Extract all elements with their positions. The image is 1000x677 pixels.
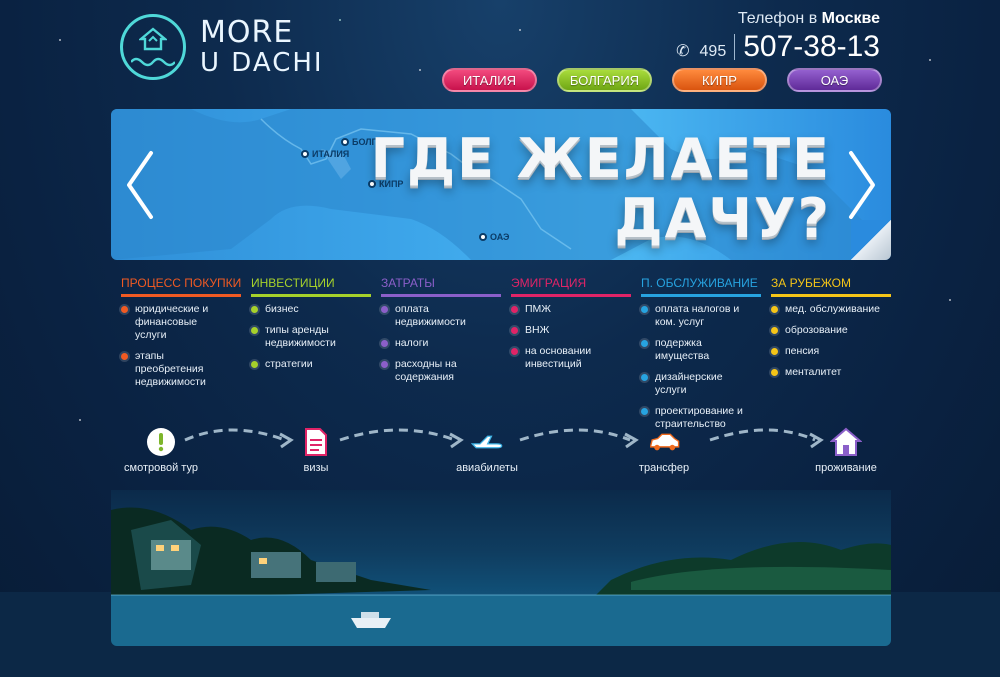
phone-city-name: Москве — [821, 10, 880, 27]
step-label: проживание — [815, 462, 877, 474]
column-emigration: ЭМИГРАЦИЯ ПМЖ ВНЖ на основании инвестици… — [511, 276, 631, 439]
column-purchase: ПРОЦЕСС ПОКУПКИ юридические и финансовые… — [121, 276, 241, 439]
prev-slide-arrow-icon[interactable] — [123, 149, 155, 221]
column-link[interactable]: оплата налогов и ком. услуг — [641, 303, 750, 329]
column-costs: ЗАТРАТЫ оплата недвижимости налоги расхо… — [381, 276, 501, 439]
step-accommodation[interactable]: проживание — [786, 426, 906, 474]
phone-city: Телефон в Москве — [676, 10, 880, 28]
landscape-graphic — [111, 507, 891, 646]
column-title[interactable]: ИНВЕСТИЦИИ — [251, 276, 371, 297]
banner-title-line2: ДАЧУ? — [614, 187, 831, 250]
step-label: смотровой тур — [124, 462, 198, 474]
step-tour[interactable]: смотровой тур — [101, 426, 221, 474]
column-service: П. ОБСЛУЖИВАНИЕ оплата налогов и ком. ус… — [641, 276, 761, 439]
night-lake-scene — [111, 490, 891, 646]
map-marker-label: ИТАЛИЯ — [312, 149, 350, 159]
house-icon — [830, 426, 862, 458]
step-flights[interactable]: авиабилеты — [427, 426, 547, 474]
column-link[interactable]: стратегии — [251, 358, 360, 371]
map-marker-italy[interactable]: ИТАЛИЯ — [301, 149, 349, 159]
airplane-icon — [471, 426, 503, 458]
column-title[interactable]: ЗАТРАТЫ — [381, 276, 501, 297]
country-button-uae[interactable]: ОАЭ — [787, 68, 882, 92]
logo-line2: U DACHI — [200, 48, 324, 78]
car-icon — [648, 426, 680, 458]
column-title[interactable]: ЭМИГРАЦИЯ — [511, 276, 631, 297]
column-title[interactable]: П. ОБСЛУЖИВАНИЕ — [641, 276, 761, 297]
hero-banner: БОЛГАРИЯ ИТАЛИЯ КИПР ОАЭ ГДЕ ЖЕЛАЕТЕ ДАЧ… — [111, 109, 891, 260]
column-investments: ИНВЕСТИЦИИ бизнес типы аренды недвижимос… — [251, 276, 371, 439]
column-link[interactable]: оплата недвижимости — [381, 303, 490, 329]
country-nav: ИТАЛИЯ БОЛГАРИЯ КИПР ОАЭ — [442, 68, 882, 92]
column-link[interactable]: менталитет — [771, 366, 880, 379]
column-title[interactable]: ЗА РУБЕЖОМ — [771, 276, 891, 297]
logo[interactable]: MORE U DACHI — [120, 14, 324, 80]
process-steps: смотровой тур визы авиабилеты трансфер п… — [0, 420, 1000, 480]
column-abroad: ЗА РУБЕЖОМ мед. обслуживание оброзование… — [771, 276, 891, 439]
step-transfer[interactable]: трансфер — [604, 426, 724, 474]
column-link[interactable]: дизайнерские услуги — [641, 371, 750, 397]
next-slide-arrow-icon[interactable] — [847, 149, 879, 221]
column-link[interactable]: ПМЖ — [511, 303, 620, 316]
column-link[interactable]: бизнес — [251, 303, 360, 316]
country-button-italy[interactable]: ИТАЛИЯ — [442, 68, 537, 92]
phone-icon: ✆ — [676, 43, 690, 60]
phone-separator — [734, 34, 736, 60]
column-link[interactable]: типы аренды недвижимости — [251, 324, 360, 350]
column-link[interactable]: мед. обслуживание — [771, 303, 880, 316]
phone-block: Телефон в Москве ✆ 495 507-38-13 — [676, 10, 880, 64]
map-pin-icon — [301, 150, 309, 158]
column-link[interactable]: оброзование — [771, 324, 880, 337]
page-curl — [851, 220, 891, 260]
banner-title: ГДЕ ЖЕЛАЕТЕ ДАЧУ? — [371, 129, 831, 249]
banner-title-line1: ГДЕ ЖЕЛАЕТЕ — [370, 127, 831, 190]
phone-code: 495 — [699, 43, 727, 60]
exclamation-icon — [145, 426, 177, 458]
phone-number[interactable]: 507-38-13 — [743, 30, 880, 64]
column-link[interactable]: налоги — [381, 337, 490, 350]
phone-city-prefix: Телефон в — [737, 10, 818, 27]
step-visa[interactable]: визы — [256, 426, 376, 474]
document-icon — [300, 426, 332, 458]
country-button-bulgaria[interactable]: БОЛГАРИЯ — [557, 68, 652, 92]
column-link[interactable]: этапы преобретения недвижимости — [121, 350, 230, 389]
step-label: трансфер — [638, 462, 690, 474]
step-label: авиабилеты — [456, 462, 518, 474]
column-link[interactable]: расходны на содержания — [381, 358, 490, 384]
column-link[interactable]: на основании инвестиций — [511, 345, 620, 371]
column-link[interactable]: юридические и финансовые услуги — [121, 303, 230, 342]
logo-line1: MORE — [200, 15, 294, 50]
category-columns: ПРОЦЕСС ПОКУПКИ юридические и финансовые… — [121, 276, 891, 439]
column-link[interactable]: ВНЖ — [511, 324, 620, 337]
step-label: визы — [303, 462, 329, 474]
country-button-cyprus[interactable]: КИПР — [672, 68, 767, 92]
map-pin-icon — [341, 138, 349, 146]
logo-house-icon — [120, 14, 186, 80]
column-title[interactable]: ПРОЦЕСС ПОКУПКИ — [121, 276, 241, 297]
column-link[interactable]: пенсия — [771, 345, 880, 358]
column-link[interactable]: подержка имущества — [641, 337, 750, 363]
